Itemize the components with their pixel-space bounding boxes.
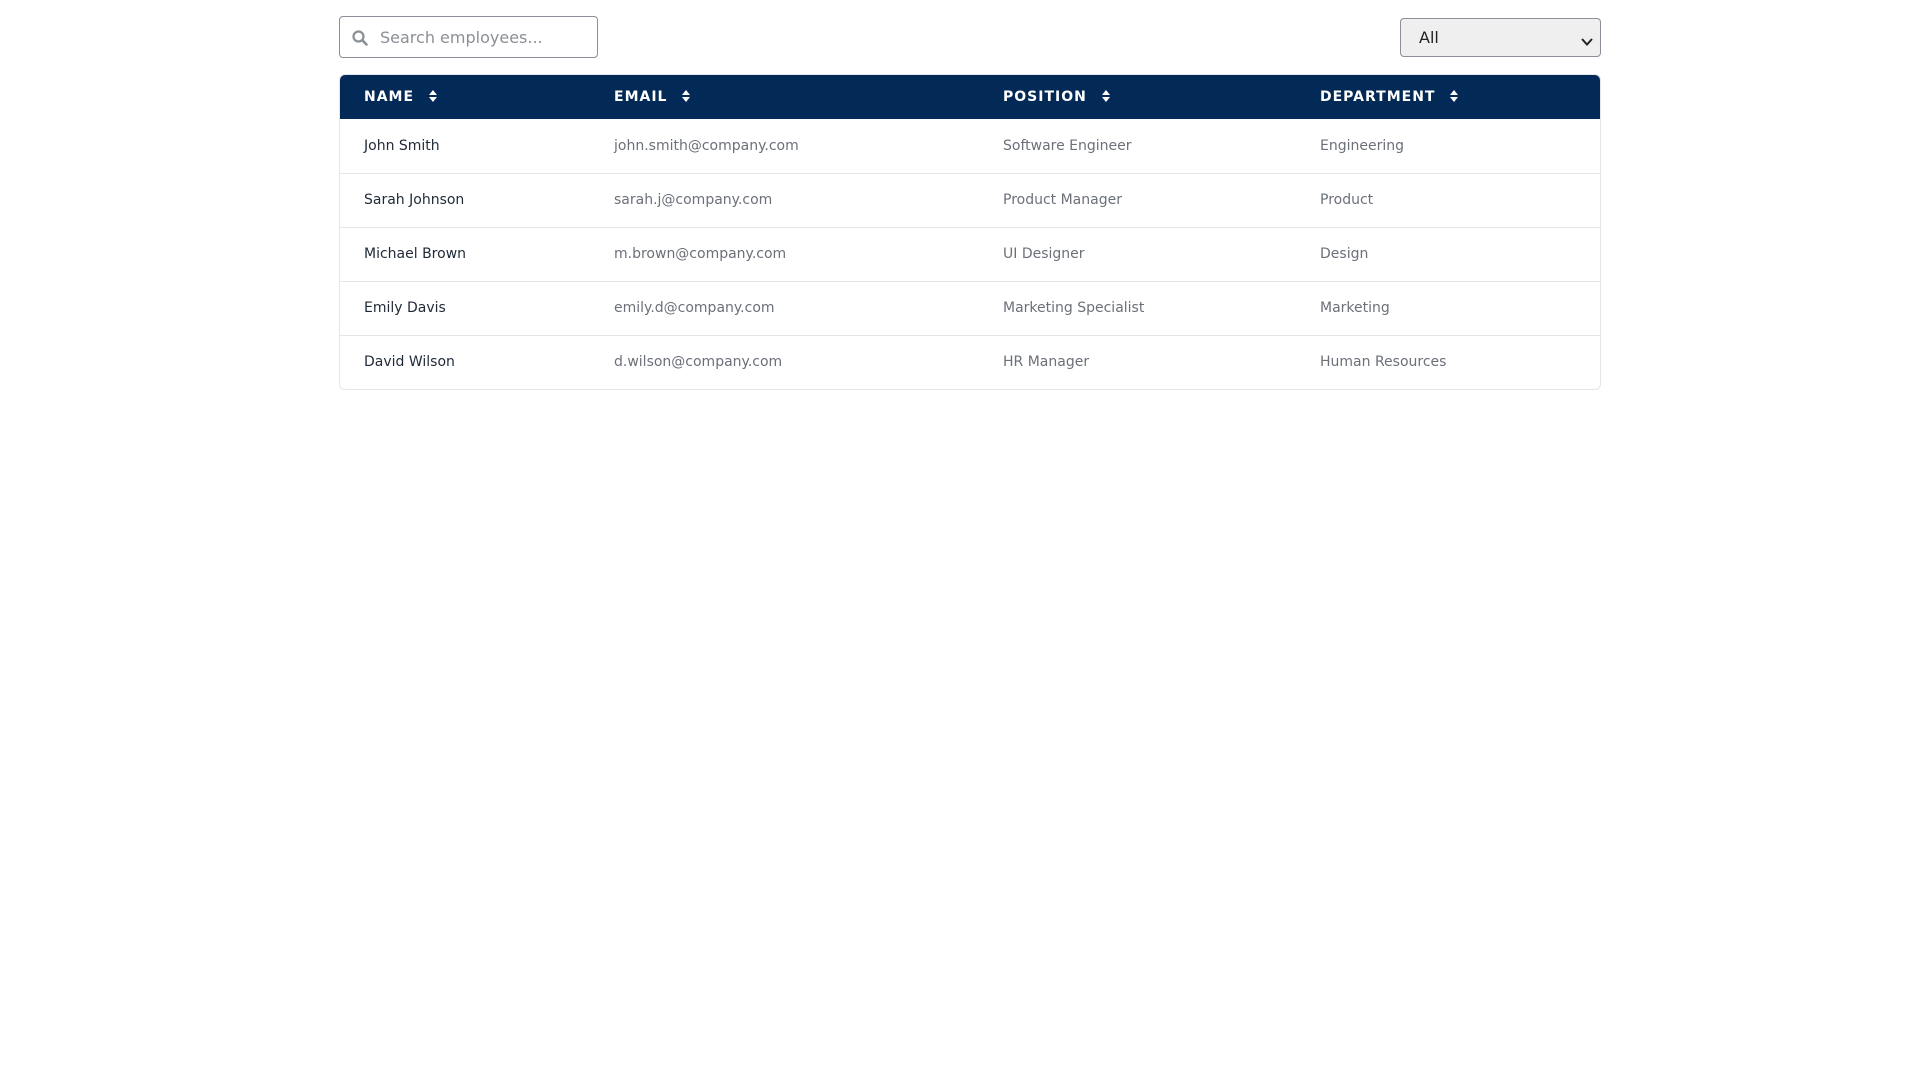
column-header-name[interactable]: NAME: [340, 75, 590, 119]
cell-name: John Smith: [364, 137, 440, 154]
table-row: Sarah Johnson sarah.j@company.com Produc…: [340, 173, 1600, 227]
column-header-email[interactable]: EMAIL: [590, 75, 979, 119]
column-header-label: EMAIL: [614, 89, 668, 105]
cell-department: Human Resources: [1320, 354, 1447, 371]
search-box[interactable]: [339, 16, 598, 58]
department-filter-select[interactable]: All: [1400, 18, 1601, 57]
cell-position: HR Manager: [1003, 354, 1090, 371]
department-filter[interactable]: All: [1400, 18, 1601, 57]
search-input[interactable]: [380, 17, 590, 57]
sort-icon: [428, 90, 437, 102]
table-row: Emily Davis emily.d@company.com Marketin…: [340, 281, 1600, 335]
table-row: John Smith john.smith@company.com Softwa…: [340, 119, 1600, 173]
cell-department: Marketing: [1320, 300, 1390, 316]
toolbar: All: [339, 16, 1601, 58]
cell-email: emily.d@company.com: [614, 300, 775, 316]
cell-email: john.smith@company.com: [614, 137, 799, 154]
table-header-row: NAME EMAIL POSITION DEPARTMENT: [340, 75, 1600, 119]
column-header-label: NAME: [364, 89, 415, 105]
cell-position: Software Engineer: [1003, 137, 1132, 154]
column-header-label: POSITION: [1003, 89, 1087, 105]
column-header-department[interactable]: DEPARTMENT: [1296, 75, 1600, 119]
cell-email: sarah.j@company.com: [614, 192, 773, 208]
table-row: David Wilson d.wilson@company.com HR Man…: [340, 335, 1600, 389]
cell-position: Product Manager: [1003, 192, 1122, 208]
cell-name: Emily Davis: [364, 300, 446, 316]
search-icon: [351, 29, 369, 47]
cell-email: d.wilson@company.com: [614, 354, 783, 371]
cell-email: m.brown@company.com: [614, 246, 787, 262]
cell-department: Design: [1320, 246, 1369, 262]
cell-name: Michael Brown: [364, 246, 467, 262]
cell-name: David Wilson: [364, 354, 455, 371]
column-header-position[interactable]: POSITION: [979, 75, 1296, 119]
employee-table: NAME EMAIL POSITION DEPARTMENT John Smit…: [339, 74, 1601, 390]
table-row: Michael Brown m.brown@company.com UI Des…: [340, 227, 1600, 281]
cell-name: Sarah Johnson: [364, 192, 465, 208]
sort-icon: [1450, 90, 1459, 102]
column-header-label: DEPARTMENT: [1320, 89, 1436, 105]
cell-position: Marketing Specialist: [1003, 300, 1145, 316]
employee-directory: All NAME: [339, 16, 1601, 390]
sort-icon: [682, 90, 691, 102]
cell-department: Product: [1320, 192, 1374, 208]
cell-department: Engineering: [1320, 137, 1404, 154]
sort-icon: [1101, 90, 1110, 102]
cell-position: UI Designer: [1003, 246, 1085, 262]
